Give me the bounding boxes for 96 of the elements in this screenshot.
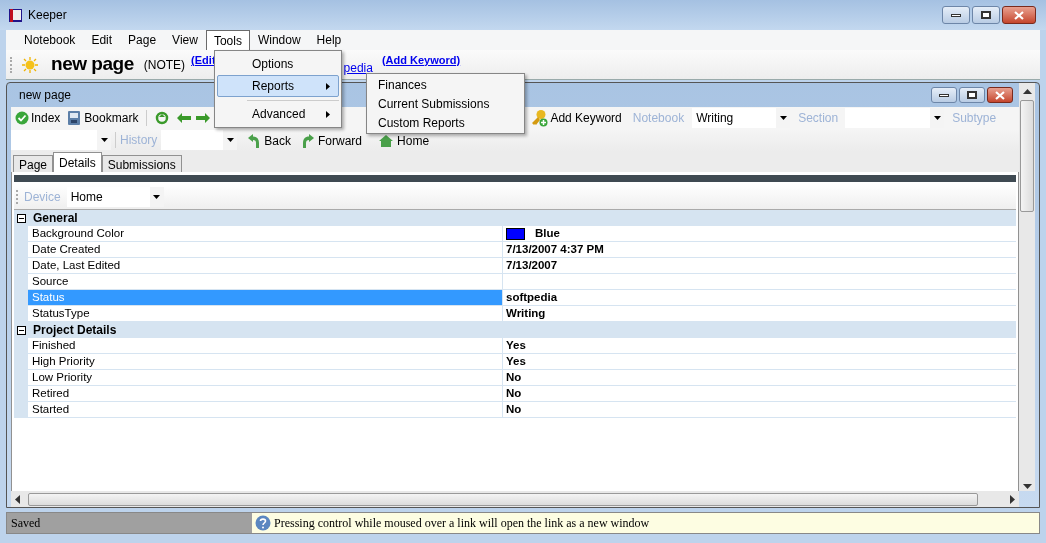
property-name[interactable]: Source bbox=[28, 274, 502, 290]
property-value[interactable]: 7/13/2007 4:37 PM bbox=[503, 242, 1016, 258]
maximize-button[interactable] bbox=[959, 87, 985, 103]
category-label: Project Details bbox=[33, 322, 117, 339]
property-name[interactable]: StatusType bbox=[28, 306, 502, 322]
menu-item[interactable]: Help bbox=[308, 30, 350, 50]
notebook-label: Notebook bbox=[632, 111, 685, 125]
property-value: Blue bbox=[535, 225, 560, 241]
left-arrow-icon[interactable] bbox=[176, 112, 193, 124]
close-icon bbox=[1014, 10, 1024, 20]
refresh-icon[interactable] bbox=[155, 111, 170, 125]
menu-entry[interactable]: Custom Reports bbox=[367, 113, 524, 132]
page-type: (NOTE) bbox=[143, 56, 186, 74]
horizontal-scrollbar[interactable] bbox=[11, 491, 1019, 507]
minimize-button[interactable] bbox=[942, 6, 970, 24]
nav-button[interactable]: Forward bbox=[301, 132, 363, 150]
property-value[interactable]: No bbox=[503, 370, 1016, 386]
menu-item[interactable]: Notebook bbox=[16, 30, 84, 50]
property-name[interactable]: Finished bbox=[28, 338, 502, 354]
device-dropdown[interactable]: Home bbox=[66, 186, 164, 207]
submenu-arrow-icon bbox=[326, 82, 330, 90]
collapse-icon[interactable] bbox=[17, 325, 26, 335]
maximize-button[interactable] bbox=[972, 6, 1000, 24]
menu-entry[interactable]: Finances bbox=[367, 75, 524, 94]
add-keyword-link[interactable]: (Add Keyword) bbox=[381, 52, 461, 69]
subtype-label: Subtype bbox=[952, 111, 997, 125]
menu-item[interactable]: Tools bbox=[205, 30, 250, 50]
menu-item[interactable]: Page bbox=[120, 30, 165, 50]
dropdown-arrow-icon bbox=[226, 138, 234, 142]
status-text: Saved bbox=[7, 513, 252, 533]
back-arrow-icon bbox=[247, 133, 262, 149]
dropdown-arrow-icon bbox=[153, 194, 161, 199]
keyword-link[interactable]: pedia bbox=[343, 58, 373, 77]
tab[interactable]: Details bbox=[53, 152, 102, 172]
add-keyword-button[interactable]: Add Keyword bbox=[530, 109, 622, 127]
nav-button[interactable]: Home bbox=[378, 132, 430, 150]
dropdown-arrow-icon bbox=[100, 138, 108, 142]
menu-item[interactable]: Window bbox=[249, 30, 309, 50]
document-title: new page bbox=[19, 87, 72, 104]
index-button[interactable]: Index bbox=[15, 109, 61, 127]
help-icon bbox=[255, 515, 271, 531]
property-value[interactable]: Yes bbox=[503, 354, 1016, 370]
scroll-down-arrow-icon[interactable] bbox=[1022, 484, 1032, 489]
section-label: Section bbox=[798, 111, 839, 125]
property-name[interactable]: Date, Last Edited bbox=[28, 258, 502, 274]
scroll-left-arrow-icon[interactable] bbox=[15, 494, 20, 504]
property-name[interactable]: Background Color bbox=[28, 226, 502, 242]
tab[interactable]: Submissions bbox=[101, 155, 182, 172]
category-label: General bbox=[33, 210, 78, 227]
scroll-right-arrow-icon[interactable] bbox=[1010, 494, 1015, 504]
menu-entry[interactable]: Options bbox=[217, 53, 339, 75]
right-arrow-icon[interactable] bbox=[195, 112, 212, 124]
window-title: Keeper bbox=[28, 7, 67, 24]
collapse-icon[interactable] bbox=[17, 213, 26, 223]
scroll-thumb[interactable] bbox=[28, 492, 978, 506]
minimize-button[interactable] bbox=[931, 87, 957, 103]
notebook-dropdown[interactable]: Writing bbox=[692, 108, 791, 128]
menu-entry[interactable]: Reports bbox=[217, 75, 339, 97]
history-label: History bbox=[120, 132, 158, 149]
book-icon bbox=[67, 110, 82, 126]
nav-button[interactable]: Back bbox=[247, 132, 292, 150]
property-value[interactable]: 7/13/2007 bbox=[503, 258, 1016, 274]
property-name[interactable]: Retired bbox=[28, 386, 502, 402]
forward-arrow-icon bbox=[301, 133, 316, 149]
device-label: Device bbox=[24, 188, 61, 206]
book-icon bbox=[8, 7, 24, 23]
sun-icon bbox=[22, 56, 38, 73]
property-name[interactable]: High Priority bbox=[28, 354, 502, 370]
dropdown-arrow-icon bbox=[933, 116, 941, 120]
check-circle-icon bbox=[15, 111, 29, 125]
edit-link[interactable]: (Edit bbox=[191, 52, 216, 69]
scroll-up-arrow-icon[interactable] bbox=[1022, 89, 1032, 94]
vertical-scrollbar[interactable] bbox=[1019, 83, 1035, 491]
dropdown-arrow-icon bbox=[779, 116, 787, 120]
home-icon bbox=[378, 134, 395, 148]
menu-item[interactable]: View bbox=[164, 30, 206, 50]
menu-entry[interactable]: Advanced bbox=[217, 103, 339, 125]
close-button[interactable] bbox=[987, 87, 1013, 103]
menu-item[interactable]: Edit bbox=[83, 30, 121, 50]
submenu-arrow-icon bbox=[326, 110, 330, 118]
property-value[interactable]: softpedia bbox=[503, 290, 1016, 306]
close-button[interactable] bbox=[1002, 6, 1036, 24]
page-title: new page bbox=[51, 52, 134, 77]
hint-text: Pressing control while moused over a link will open the link as a new window bbox=[274, 515, 650, 532]
property-value[interactable]: Yes bbox=[503, 338, 1016, 354]
close-icon bbox=[995, 90, 1005, 100]
property-value[interactable]: No bbox=[503, 386, 1016, 402]
property-name[interactable]: Date Created bbox=[28, 242, 502, 258]
property-value[interactable]: No bbox=[503, 402, 1016, 418]
property-name[interactable]: Started bbox=[28, 402, 502, 418]
bookmark-button[interactable]: Bookmark bbox=[67, 109, 139, 127]
menu-entry[interactable]: Current Submissions bbox=[367, 94, 524, 113]
scroll-thumb[interactable] bbox=[1020, 100, 1034, 212]
property-value[interactable]: Writing bbox=[503, 306, 1016, 322]
property-name[interactable]: Low Priority bbox=[28, 370, 502, 386]
tab[interactable]: Page bbox=[13, 155, 54, 172]
